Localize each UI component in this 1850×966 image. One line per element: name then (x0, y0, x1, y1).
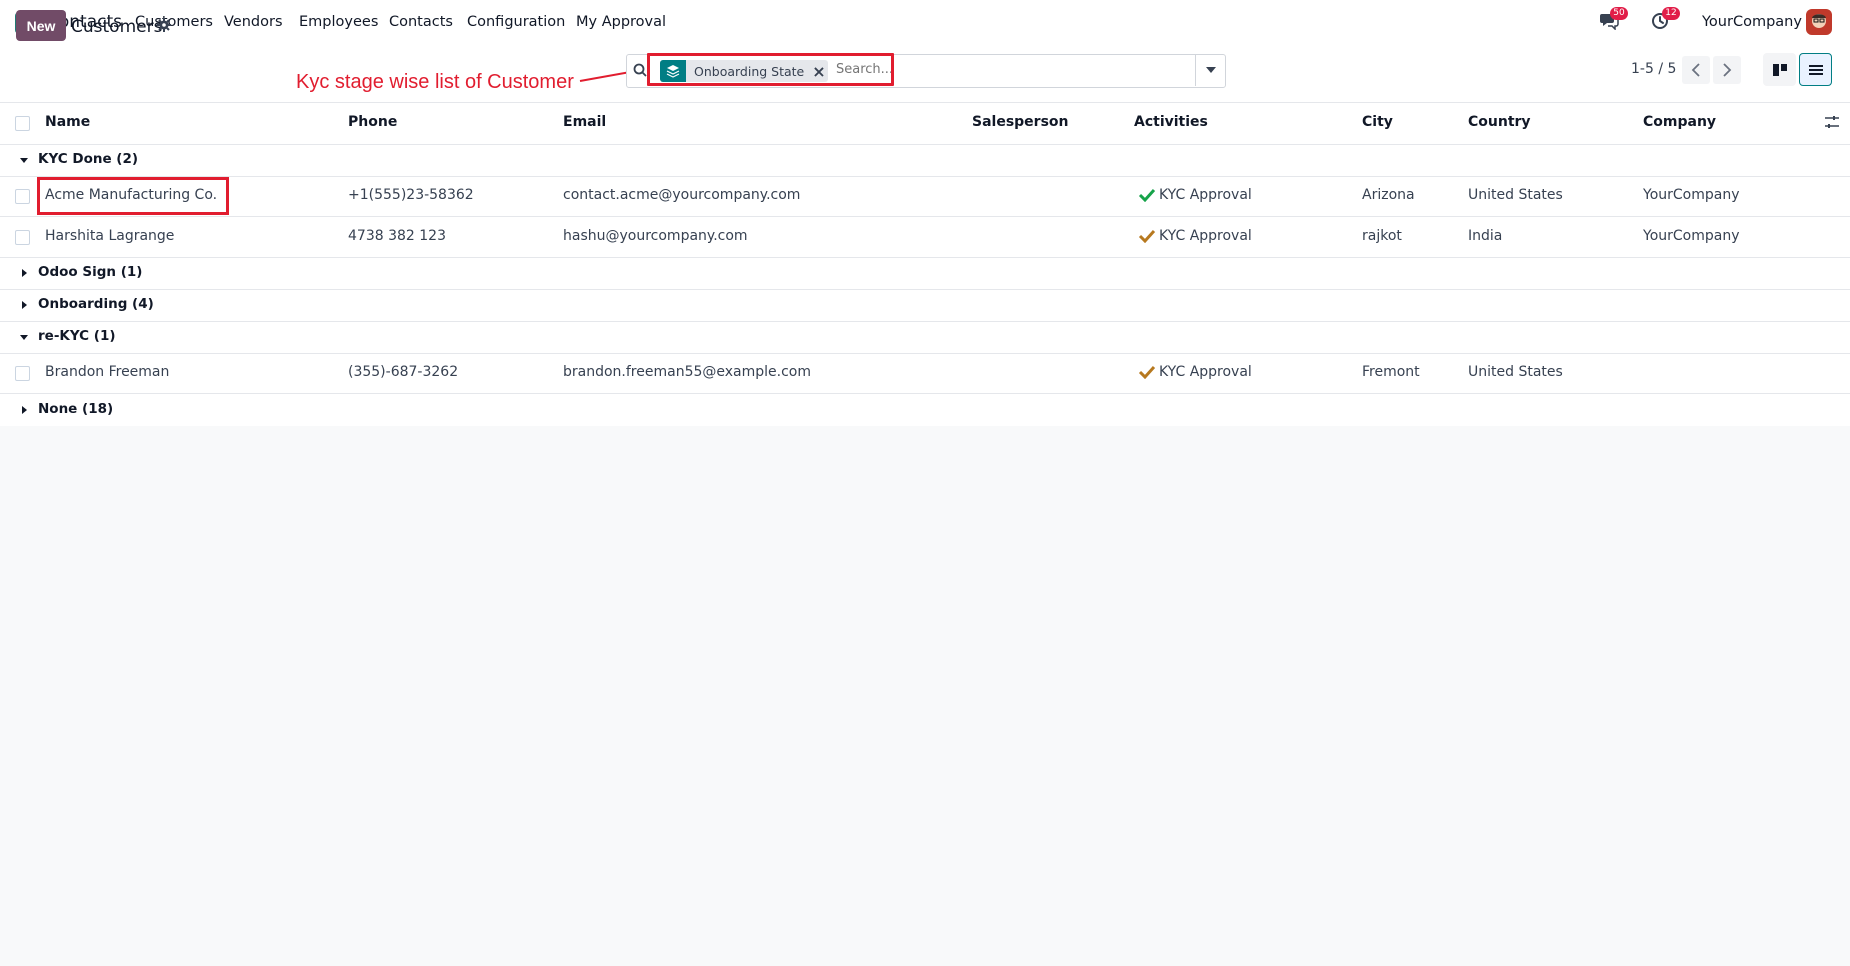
cell-name[interactable]: Brandon Freeman (45, 364, 169, 380)
caret-down-icon (1205, 67, 1216, 73)
activity-label: KYC Approval (1159, 228, 1252, 244)
cell-name[interactable]: Harshita Lagrange (45, 228, 174, 244)
search-highlight-box (647, 53, 894, 86)
cell-city: Arizona (1362, 187, 1415, 203)
new-button[interactable]: New (16, 10, 66, 41)
cell-phone: (355)-687-3262 (348, 364, 459, 380)
empty-list-area (0, 426, 1850, 966)
table-row[interactable]: Brandon Freeman (355)-687-3262 brandon.f… (0, 353, 1850, 394)
cell-phone: 4738 382 123 (348, 228, 446, 244)
cell-country: India (1468, 228, 1503, 244)
row-checkbox[interactable] (15, 189, 30, 204)
cell-city: rajkot (1362, 228, 1402, 244)
group-label: Odoo Sign (1) (38, 264, 143, 280)
group-row-none[interactable]: None (18) (0, 394, 1850, 427)
activities-badge: 12 (1662, 7, 1680, 20)
menu-configuration[interactable]: Configuration (467, 14, 565, 30)
list-view-button[interactable] (1799, 53, 1832, 86)
group-label: re-KYC (1) (38, 328, 116, 344)
group-row-kyc-done[interactable]: KYC Done (2) (0, 144, 1850, 177)
menu-vendors[interactable]: Vendors (224, 14, 283, 30)
table-row[interactable]: Acme Manufacturing Co. +1(555)23-58362 c… (0, 176, 1850, 217)
menu-my-approval[interactable]: My Approval (576, 14, 666, 30)
group-label: Onboarding (4) (38, 296, 154, 312)
cell-email: contact.acme@yourcompany.com (563, 187, 801, 203)
messages-icon[interactable]: 50 (1599, 7, 1628, 32)
row-checkbox[interactable] (15, 366, 30, 381)
group-row-odoo-sign[interactable]: Odoo Sign (1) (0, 257, 1850, 290)
user-avatar[interactable] (1806, 9, 1832, 35)
group-label: KYC Done (2) (38, 151, 139, 167)
column-header-city[interactable]: City (1362, 114, 1393, 130)
company-switcher[interactable]: YourCompany (1702, 14, 1802, 30)
kanban-view-button[interactable] (1763, 53, 1796, 86)
optional-columns-sliders-icon[interactable] (1824, 114, 1840, 130)
column-header-email[interactable]: Email (563, 114, 606, 130)
cell-phone: +1(555)23-58362 (348, 187, 474, 203)
row-checkbox[interactable] (15, 230, 30, 245)
breadcrumb: Customers (71, 17, 163, 37)
caret-right-icon (22, 406, 27, 414)
column-header-country[interactable]: Country (1468, 114, 1531, 130)
gear-icon[interactable] (156, 17, 172, 33)
pager-next-button[interactable] (1713, 56, 1741, 84)
caret-right-icon (22, 301, 27, 309)
cell-email: brandon.freeman55@example.com (563, 364, 811, 380)
chevron-right-icon (1723, 63, 1732, 77)
search-options-toggle[interactable] (1195, 54, 1225, 86)
table-header (0, 104, 1850, 145)
select-all-checkbox[interactable] (15, 116, 30, 131)
check-icon (1138, 365, 1156, 379)
column-header-phone[interactable]: Phone (348, 114, 397, 130)
cell-email: hashu@yourcompany.com (563, 228, 748, 244)
chevron-left-icon (1691, 63, 1700, 77)
pager-value[interactable]: 1-5 / 5 (1631, 61, 1676, 77)
cell-country: United States (1468, 364, 1563, 380)
cell-activity[interactable]: KYC Approval (1138, 364, 1252, 380)
cell-company: YourCompany (1643, 228, 1740, 244)
activity-label: KYC Approval (1159, 187, 1252, 203)
activities-clock-icon[interactable]: 12 (1651, 7, 1680, 32)
activity-label: KYC Approval (1159, 364, 1252, 380)
caret-right-icon (22, 269, 27, 277)
group-label: None (18) (38, 401, 114, 417)
check-icon (1138, 188, 1156, 202)
column-header-salesperson[interactable]: Salesperson (972, 114, 1069, 130)
pager-previous-button[interactable] (1682, 56, 1710, 84)
check-icon (1138, 229, 1156, 243)
group-row-re-kyc[interactable]: re-KYC (1) (0, 321, 1850, 354)
cell-company: YourCompany (1643, 187, 1740, 203)
column-header-company[interactable]: Company (1643, 114, 1716, 130)
name-highlight-box (37, 177, 229, 215)
top-navbar: Contacts Customers Vendors Employees Con… (0, 0, 1850, 44)
messages-badge: 50 (1610, 7, 1628, 20)
cell-city: Fremont (1362, 364, 1420, 380)
group-row-onboarding[interactable]: Onboarding (4) (0, 289, 1850, 322)
table-row[interactable]: Harshita Lagrange 4738 382 123 hashu@you… (0, 217, 1850, 258)
kanban-icon (1772, 63, 1787, 76)
column-header-activities[interactable]: Activities (1134, 114, 1208, 130)
annotation-note: Kyc stage wise list of Customer (296, 71, 574, 93)
column-header-name[interactable]: Name (45, 114, 90, 130)
menu-employees[interactable]: Employees (299, 14, 378, 30)
search-icon (633, 63, 647, 77)
caret-down-icon (20, 158, 28, 163)
caret-down-icon (20, 335, 28, 340)
menu-contacts[interactable]: Contacts (389, 14, 453, 30)
cell-activity[interactable]: KYC Approval (1138, 228, 1252, 244)
list-icon (1808, 64, 1823, 75)
cell-country: United States (1468, 187, 1563, 203)
cell-activity[interactable]: KYC Approval (1138, 187, 1252, 203)
